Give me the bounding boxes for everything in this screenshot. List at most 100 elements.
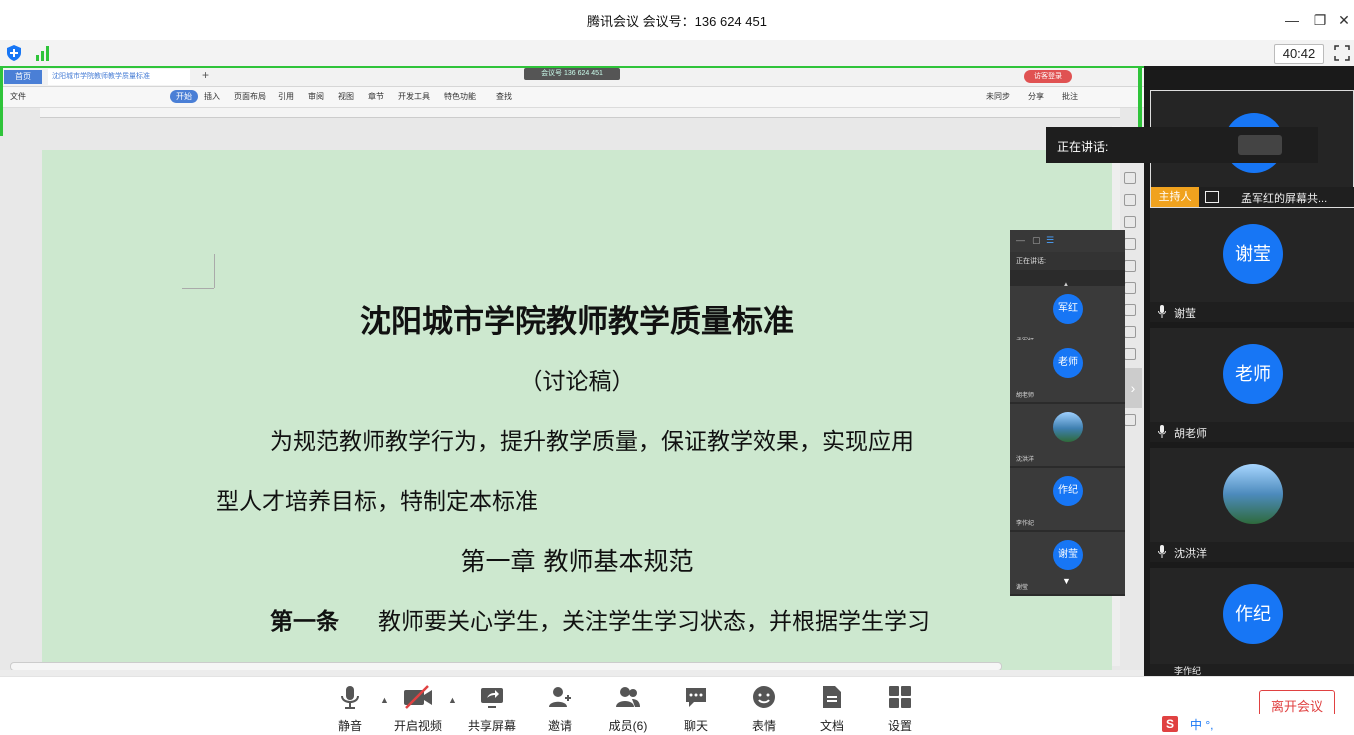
menu-view[interactable]: 视图 [338, 91, 354, 102]
participant-name: 胡老师 [1174, 428, 1207, 440]
menu-start[interactable]: 开始 [170, 90, 198, 103]
wps-login-button[interactable]: 访客登录 [1024, 70, 1072, 83]
menu-review[interactable]: 审阅 [308, 91, 324, 102]
tool-icon[interactable] [1124, 304, 1136, 316]
participant-tile[interactable]: 作纪 李作纪 [1150, 568, 1354, 676]
host-badge: 主持人 [1151, 187, 1199, 207]
wps-doc-tab[interactable]: 沈阳城市学院教师教学质量标准 [48, 69, 190, 85]
panel-window-icon[interactable]: ▢ [1032, 235, 1041, 246]
avatar: 谢莹 [1223, 224, 1283, 284]
sogou-icon[interactable]: S [1162, 716, 1178, 732]
floating-tile[interactable]: 老师 胡老师 [1010, 340, 1125, 402]
screen-share-icon [1205, 191, 1219, 203]
close-icon[interactable]: ✕ [1334, 10, 1354, 30]
participant-name: 谢莹 [1174, 308, 1196, 320]
share-border-top [0, 66, 1144, 68]
menu-comment[interactable]: 批注 [1062, 91, 1078, 102]
menu-unsynced[interactable]: 未同步 [986, 91, 1010, 102]
shared-screen: 首页 沈阳城市学院教师教学质量标准 + 会议号 136 624 451 访客登录… [0, 66, 1144, 676]
tool-icon[interactable] [1124, 238, 1136, 250]
floating-speaking-label: 正在讲话: [1016, 258, 1046, 265]
menu-devtools[interactable]: 开发工具 [398, 91, 430, 102]
host-namebar: 主持人 孟军红的屏幕共... [1151, 187, 1354, 207]
app-title: 腾讯会议 会议号：136 624 451 [587, 14, 767, 29]
floating-tile-name: 李作纪 [1016, 521, 1035, 527]
share-screen-button[interactable]: 共享屏幕 [460, 677, 524, 735]
avatar: 军红 [1053, 294, 1083, 324]
participant-tile[interactable]: 老师 胡老师 [1150, 328, 1354, 442]
panel-list-icon[interactable]: ☰ [1046, 235, 1054, 246]
restore-icon[interactable]: ❐ [1310, 10, 1330, 30]
participant-tile[interactable]: 谢莹 谢莹 [1150, 208, 1354, 322]
tool-icon[interactable] [1124, 282, 1136, 294]
menu-chapter[interactable]: 章节 [368, 91, 384, 102]
doc-paragraph-1: 为规范教师教学行为，提升教学质量，保证教学效果，实现应用 [270, 429, 914, 455]
wps-menu-bar: 文件 开始 插入 页面布局 引用 审阅 视图 章节 开发工具 特色功能 查找 未… [0, 87, 1144, 108]
floating-panel-header[interactable]: — ▢ ☰ [1010, 230, 1125, 252]
floating-tile[interactable]: 沈洪洋 [1010, 404, 1125, 466]
invite-button[interactable]: 邀请 [528, 677, 592, 735]
document-page: 沈阳城市学院教师教学质量标准 （讨论稿） 为规范教师教学行为，提升教学质量，保证… [42, 150, 1112, 676]
share-border-right [1138, 66, 1142, 136]
doc-title: 沈阳城市学院教师教学质量标准 [360, 304, 794, 340]
new-tab-icon[interactable]: + [202, 68, 209, 82]
microphone-icon [1158, 305, 1166, 318]
tool-icon[interactable] [1124, 172, 1136, 184]
ime-mode[interactable]: 中 °, [1190, 716, 1213, 733]
emoji-icon [753, 686, 775, 708]
floating-tile-name: 沈洪洋 [1016, 457, 1035, 463]
tool-icon[interactable] [1124, 216, 1136, 228]
scroll-down-icon[interactable]: ▼ [1062, 576, 1071, 586]
tool-icon[interactable] [1124, 326, 1136, 338]
start-video-button[interactable]: 开启视频 [386, 677, 450, 735]
speaking-popup: 正在讲话: [1046, 127, 1318, 163]
document-button[interactable]: 文档 [800, 677, 864, 735]
floating-tile[interactable]: 作纪 李作纪 [1010, 468, 1125, 530]
expand-panel-icon[interactable]: › [1124, 368, 1142, 408]
tool-icon[interactable] [1124, 348, 1136, 360]
avatar: 老师 [1053, 348, 1083, 378]
mute-button[interactable]: 静音 [318, 677, 382, 735]
avatar-photo [1223, 464, 1283, 524]
wps-home-tab[interactable]: 首页 [4, 70, 42, 84]
menu-insert[interactable]: 插入 [204, 91, 220, 102]
speaking-label: 正在讲话: [1057, 140, 1109, 154]
participant-tile[interactable]: 沈洪洋 [1150, 448, 1354, 562]
menu-search[interactable]: 查找 [496, 91, 512, 102]
toolbar-label: 文档 [819, 719, 844, 733]
members-button[interactable]: 成员(6) [596, 677, 660, 735]
host-name: 孟军红的屏幕共... [1241, 193, 1328, 205]
tool-icon[interactable] [1124, 194, 1136, 206]
minimize-icon[interactable]: — [1282, 10, 1302, 30]
participant-name: 沈洪洋 [1174, 548, 1207, 560]
menu-file[interactable]: 文件 [10, 91, 26, 102]
toolbar-label: 开启视频 [393, 719, 442, 733]
panel-minimize-icon[interactable]: — [1016, 235, 1025, 245]
toolbar-label: 设置 [887, 719, 912, 733]
signal-icon[interactable] [35, 45, 51, 61]
avatar-photo [1053, 412, 1083, 442]
shield-icon[interactable] [7, 45, 21, 61]
doc-article-text: 教师要关心学生，关注学生学习状态，并根据学生学习 [378, 609, 930, 635]
video-options-chevron-icon[interactable]: ▲ [448, 695, 457, 705]
menu-references[interactable]: 引用 [278, 91, 294, 102]
chat-button[interactable]: 聊天 [664, 677, 728, 735]
emoji-button[interactable]: 表情 [732, 677, 796, 735]
speaker-avatar-icon [1238, 135, 1282, 155]
floating-tile[interactable]: 军红 孟军红 [1010, 286, 1125, 348]
invite-icon [549, 687, 571, 707]
ruler [40, 108, 1120, 118]
fullscreen-icon[interactable] [1334, 45, 1350, 61]
menu-layout[interactable]: 页面布局 [234, 91, 266, 102]
toolbar-label: 邀请 [547, 719, 572, 733]
tool-icon[interactable] [1124, 414, 1136, 426]
avatar: 谢莹 [1053, 540, 1083, 570]
video-off-icon [404, 685, 432, 709]
settings-button[interactable]: 设置 [868, 677, 932, 735]
meeting-id-pill: 会议号 136 624 451 [524, 68, 620, 80]
menu-features[interactable]: 特色功能 [444, 91, 476, 102]
menu-share[interactable]: 分享 [1028, 91, 1044, 102]
tool-icon[interactable] [1124, 260, 1136, 272]
members-icon [616, 687, 640, 707]
participant-namebar: 胡老师 [1150, 422, 1354, 442]
